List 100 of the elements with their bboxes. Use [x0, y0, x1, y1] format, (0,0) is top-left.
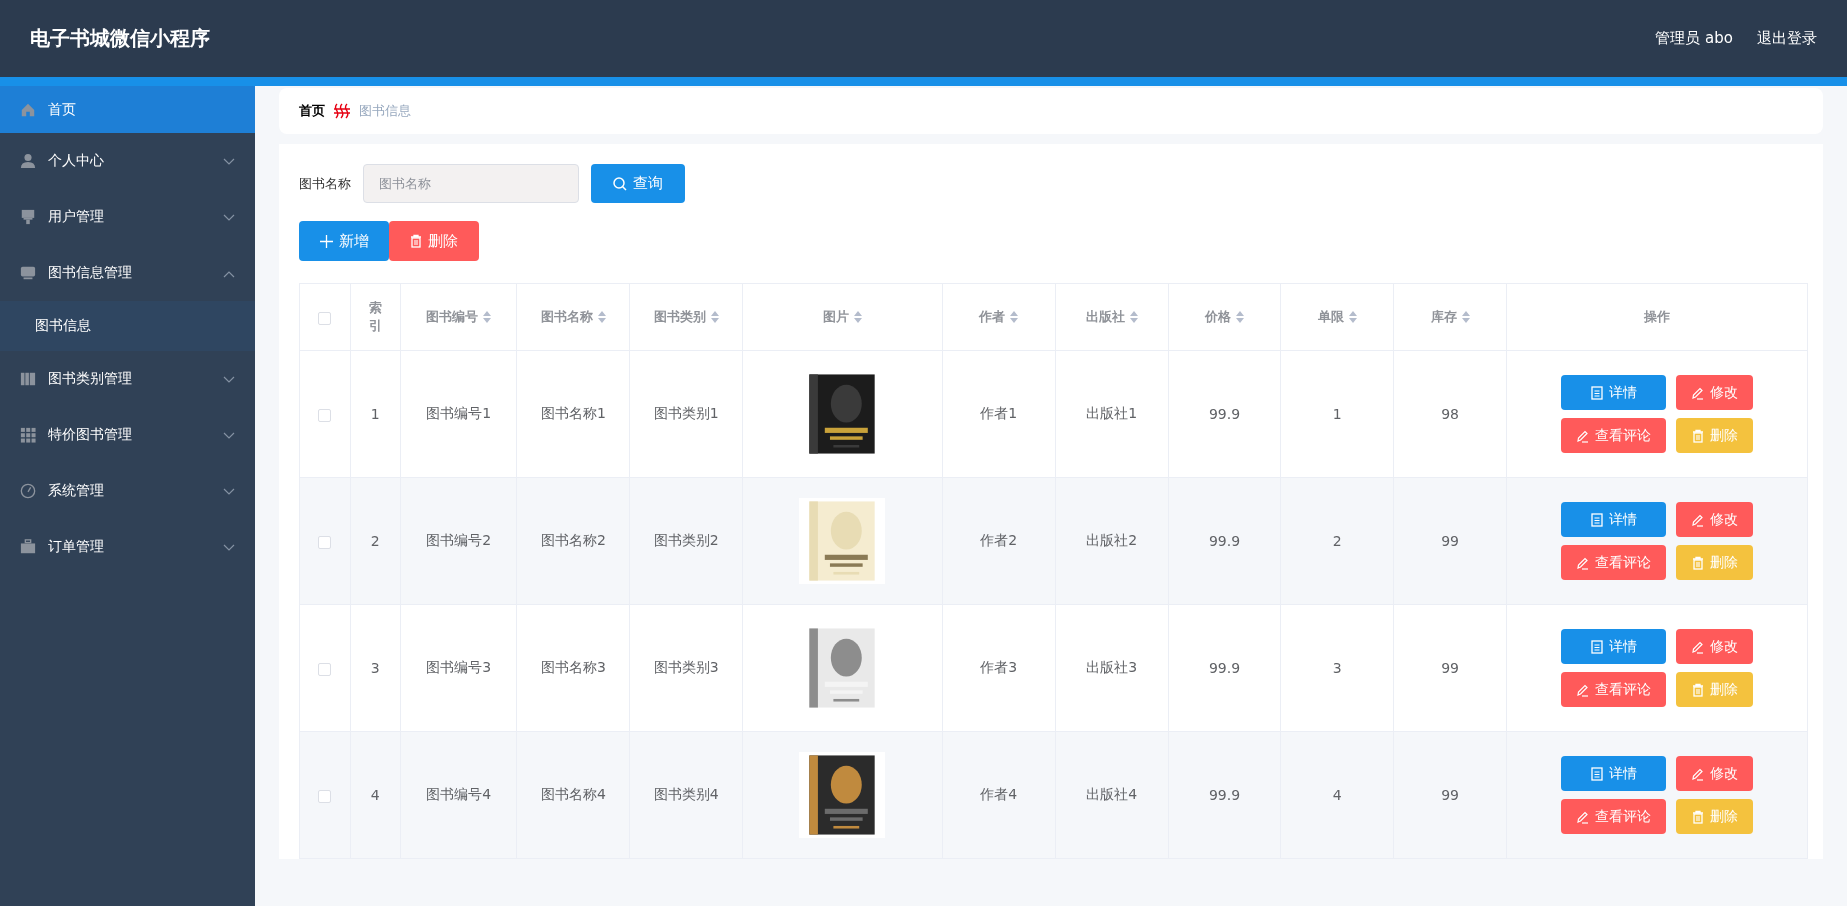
- sort-icon[interactable]: [1348, 311, 1357, 323]
- document-icon: [1590, 639, 1603, 654]
- trash-icon: [410, 234, 422, 248]
- table-cell: 98: [1441, 406, 1460, 422]
- table-cell: 1: [1332, 406, 1342, 422]
- sidebar-item[interactable]: 系统管理: [0, 463, 255, 519]
- details-button[interactable]: 详情: [1561, 375, 1666, 410]
- sort-icon[interactable]: [854, 311, 862, 323]
- table-cell: 出版社3: [1086, 659, 1138, 675]
- trash-icon: [1691, 682, 1704, 697]
- comments-button[interactable]: 查看评论: [1561, 418, 1666, 453]
- table-cell: 2: [370, 533, 380, 549]
- table-cell: 99.9: [1208, 406, 1241, 422]
- column-header: 图片: [823, 308, 849, 326]
- sidebar-item[interactable]: 图书类别管理: [0, 351, 255, 407]
- sidebar-item[interactable]: 订单管理: [0, 519, 255, 575]
- chevron-down-icon: [223, 544, 235, 552]
- comments-button[interactable]: 查看评论: [1561, 672, 1666, 707]
- row-checkbox[interactable]: [318, 789, 332, 803]
- sidebar-item[interactable]: 特价图书管理: [0, 407, 255, 463]
- table-cell: 99: [1441, 533, 1460, 549]
- delete-button[interactable]: 删除: [389, 221, 479, 261]
- comments-button[interactable]: 查看评论: [1561, 799, 1666, 834]
- details-button[interactable]: 详情: [1561, 629, 1666, 664]
- table-cell: 99.9: [1208, 660, 1241, 676]
- table-cell: 99: [1441, 787, 1460, 803]
- gauge-icon: [20, 483, 36, 499]
- comments-button[interactable]: 查看评论: [1561, 545, 1666, 580]
- sidebar-item[interactable]: 个人中心: [0, 133, 255, 189]
- table-cell: 2: [1332, 533, 1342, 549]
- table-cell: 图书类别1: [653, 405, 719, 421]
- details-button[interactable]: 详情: [1561, 756, 1666, 791]
- sort-icon[interactable]: [597, 311, 606, 323]
- column-header: 作者: [979, 308, 1006, 326]
- edit-button[interactable]: 修改: [1676, 629, 1753, 664]
- user-icon: [20, 153, 36, 169]
- table-cell: 3: [1332, 660, 1342, 676]
- table-cell: 图书编号2: [426, 532, 492, 548]
- table-cell: 1: [370, 406, 380, 422]
- breadcrumb-item[interactable]: 首页: [299, 102, 325, 120]
- sort-icon[interactable]: [710, 311, 719, 323]
- table-cell: 图书名称4: [540, 786, 606, 802]
- chevron-up-icon: [223, 270, 235, 278]
- search-button[interactable]: 查询: [591, 164, 685, 203]
- pencil-icon: [1576, 428, 1589, 443]
- edit-button[interactable]: 修改: [1676, 756, 1753, 791]
- column-header: 价格: [1204, 308, 1231, 326]
- row-checkbox[interactable]: [318, 535, 332, 549]
- table-cell: 图书编号1: [426, 405, 492, 421]
- sort-icon[interactable]: [1461, 311, 1470, 323]
- column-header: 索引: [368, 298, 382, 335]
- table-cell: 99.9: [1208, 533, 1241, 549]
- chevron-down-icon: [223, 376, 235, 384]
- pencil-icon: [1576, 682, 1589, 697]
- table-cell: 出版社2: [1086, 532, 1138, 548]
- trash-icon: [1691, 555, 1704, 570]
- grid-icon: [20, 427, 36, 443]
- pencil-icon: [1691, 385, 1704, 400]
- sort-icon[interactable]: [1010, 311, 1019, 323]
- table-cell: 4: [1332, 787, 1342, 803]
- column-header: 图书编号: [426, 308, 479, 326]
- pencil-icon: [1576, 809, 1589, 824]
- table-cell: 作者2: [980, 532, 1018, 548]
- sort-icon[interactable]: [1129, 311, 1138, 323]
- table-cell: 3: [370, 660, 380, 676]
- table-cell: 图书名称2: [540, 532, 606, 548]
- trash-icon: [1691, 428, 1704, 443]
- app-title: 电子书城微信小程序: [30, 25, 210, 52]
- sidebar-item[interactable]: 用户管理: [0, 189, 255, 245]
- admin-user: 管理员 abo: [1655, 29, 1733, 48]
- sidebar-item[interactable]: 首页: [0, 86, 255, 133]
- pencil-icon: [1691, 639, 1704, 654]
- row-checkbox[interactable]: [318, 662, 332, 676]
- edit-button[interactable]: 修改: [1676, 502, 1753, 537]
- chevron-down-icon: [223, 214, 235, 222]
- pencil-icon: [1576, 555, 1589, 570]
- table-cell: 作者3: [980, 659, 1018, 675]
- separator-icon: [333, 103, 351, 119]
- row-checkbox[interactable]: [318, 408, 332, 422]
- select-all-checkbox[interactable]: [318, 311, 332, 325]
- sidebar-item[interactable]: 图书信息管理: [0, 245, 255, 301]
- table-cell: 出版社4: [1086, 786, 1138, 802]
- details-button[interactable]: 详情: [1561, 502, 1666, 537]
- breadcrumb-item: 图书信息: [359, 102, 411, 120]
- sort-icon[interactable]: [1235, 311, 1244, 323]
- chevron-down-icon: [223, 432, 235, 440]
- table-cell: 图书类别3: [653, 659, 719, 675]
- table-cell: 图书编号3: [426, 659, 492, 675]
- briefcase-icon: [20, 539, 36, 555]
- table-cell: 图书类别4: [653, 786, 719, 802]
- add-button[interactable]: 新增: [299, 221, 389, 261]
- table-cell: 图书名称1: [540, 405, 606, 421]
- trash-icon: [1691, 809, 1704, 824]
- logout-link[interactable]: 退出登录: [1757, 29, 1817, 48]
- edit-button[interactable]: 修改: [1676, 375, 1753, 410]
- sort-icon[interactable]: [483, 311, 492, 323]
- sidebar-subitem[interactable]: 图书信息: [0, 301, 255, 351]
- search-field[interactable]: 图书名称: [363, 164, 579, 203]
- search-label: 图书名称: [299, 174, 351, 193]
- table-cell: 图书名称3: [540, 659, 606, 675]
